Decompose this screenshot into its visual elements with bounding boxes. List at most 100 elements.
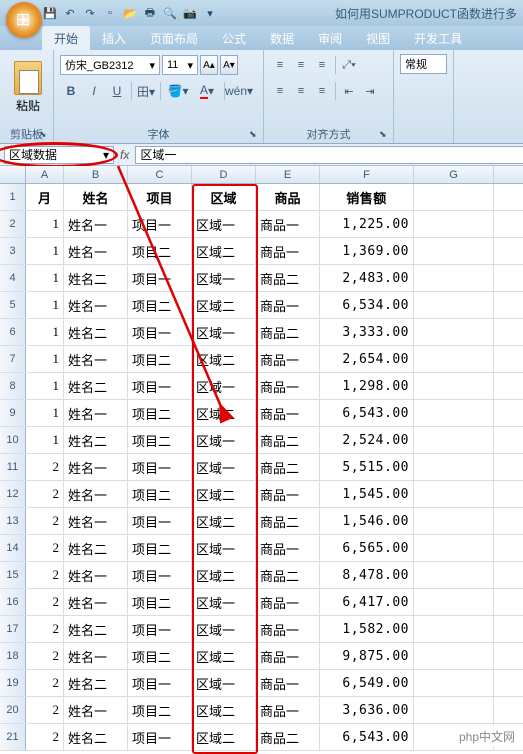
cell[interactable]: 姓名一	[64, 238, 128, 264]
align-left-button[interactable]: ≡	[270, 81, 290, 101]
cell[interactable]: 1	[26, 265, 64, 291]
cell[interactable]	[414, 319, 494, 345]
cell[interactable]: 姓名	[64, 184, 128, 210]
align-middle-button[interactable]: ≡	[291, 55, 311, 75]
cell[interactable]: 项目一	[128, 724, 192, 750]
cell[interactable]: 区域二	[192, 400, 256, 426]
cell[interactable]: 商品一	[256, 373, 320, 399]
cell[interactable]: 项目一	[128, 562, 192, 588]
cell[interactable]: 区域二	[192, 481, 256, 507]
row-header[interactable]: 11	[0, 454, 26, 480]
row-header[interactable]: 14	[0, 535, 26, 561]
cell[interactable]	[414, 589, 494, 615]
cell[interactable]: 区域一	[192, 265, 256, 291]
tab-review[interactable]: 审阅	[306, 26, 354, 50]
cell[interactable]	[414, 454, 494, 480]
cell[interactable]: 姓名一	[64, 292, 128, 318]
cell[interactable]: 商品	[256, 184, 320, 210]
row-header[interactable]: 7	[0, 346, 26, 372]
row-header[interactable]: 6	[0, 319, 26, 345]
cell[interactable]: 1	[26, 319, 64, 345]
cell[interactable]	[414, 400, 494, 426]
cell[interactable]: 商品一	[256, 643, 320, 669]
cell[interactable]: 姓名二	[64, 265, 128, 291]
cell[interactable]: 6,534.00	[320, 292, 414, 318]
cell[interactable]: 2	[26, 670, 64, 696]
cell[interactable]: 2	[26, 616, 64, 642]
cell[interactable]: 商品二	[256, 319, 320, 345]
cell[interactable]: 项目二	[128, 400, 192, 426]
cell[interactable]: 1	[26, 400, 64, 426]
cell[interactable]: 3,636.00	[320, 697, 414, 723]
cell[interactable]: 区域二	[192, 724, 256, 750]
cell[interactable]: 项目二	[128, 643, 192, 669]
cell[interactable]: 项目二	[128, 589, 192, 615]
cell[interactable]: 1,545.00	[320, 481, 414, 507]
cell[interactable]: 销售额	[320, 184, 414, 210]
cell[interactable]: 项目一	[128, 454, 192, 480]
paste-button[interactable]: 粘贴	[6, 54, 50, 120]
cell[interactable]: 6,543.00	[320, 400, 414, 426]
cell[interactable]: 项目一	[128, 265, 192, 291]
cell[interactable]: 2,524.00	[320, 427, 414, 453]
cell[interactable]: 姓名一	[64, 697, 128, 723]
cell[interactable]: 商品二	[256, 454, 320, 480]
cell[interactable]: 姓名二	[64, 670, 128, 696]
undo-icon[interactable]: ↶	[62, 5, 78, 21]
cell[interactable]: 商品二	[256, 724, 320, 750]
row-header[interactable]: 4	[0, 265, 26, 291]
increase-font-button[interactable]: A▴	[200, 55, 218, 75]
cell[interactable]: 1	[26, 373, 64, 399]
cell[interactable]: 商品二	[256, 508, 320, 534]
cell[interactable]: 6,549.00	[320, 670, 414, 696]
row-header[interactable]: 10	[0, 427, 26, 453]
cell[interactable]	[414, 535, 494, 561]
border-button[interactable]: 田▾	[135, 80, 157, 102]
cell[interactable]: 姓名一	[64, 589, 128, 615]
cell[interactable]: 9,875.00	[320, 643, 414, 669]
cell[interactable]	[414, 670, 494, 696]
row-header[interactable]: 12	[0, 481, 26, 507]
number-format-combo[interactable]: 常规	[400, 54, 447, 74]
col-header-F[interactable]: F	[320, 166, 414, 183]
increase-indent-button[interactable]: ⇥	[360, 81, 380, 101]
tab-view[interactable]: 视图	[354, 26, 402, 50]
cell[interactable]: 姓名二	[64, 427, 128, 453]
cell[interactable]: 姓名二	[64, 319, 128, 345]
cell[interactable]: 1,369.00	[320, 238, 414, 264]
row-header[interactable]: 9	[0, 400, 26, 426]
italic-button[interactable]: I	[83, 80, 105, 102]
cell[interactable]: 项目二	[128, 697, 192, 723]
cell[interactable]: 姓名二	[64, 535, 128, 561]
cell[interactable]: 姓名一	[64, 643, 128, 669]
cell[interactable]	[414, 508, 494, 534]
cell[interactable]	[414, 211, 494, 237]
cell[interactable]: 6,565.00	[320, 535, 414, 561]
cell[interactable]: 姓名二	[64, 373, 128, 399]
cell[interactable]: 2	[26, 562, 64, 588]
cell[interactable]: 姓名一	[64, 481, 128, 507]
row-header[interactable]: 18	[0, 643, 26, 669]
save-icon[interactable]: 💾	[42, 5, 58, 21]
cell[interactable]: 区域	[192, 184, 256, 210]
cell[interactable]: 项目一	[128, 211, 192, 237]
cell[interactable]: 项目二	[128, 481, 192, 507]
cell[interactable]: 姓名一	[64, 508, 128, 534]
cell[interactable]: 区域二	[192, 346, 256, 372]
cell[interactable]: 区域二	[192, 643, 256, 669]
cell[interactable]: 区域二	[192, 238, 256, 264]
cell[interactable]: 姓名一	[64, 400, 128, 426]
cell[interactable]: 2	[26, 454, 64, 480]
row-header[interactable]: 17	[0, 616, 26, 642]
cell[interactable]: 月	[26, 184, 64, 210]
cell[interactable]: 商品一	[256, 238, 320, 264]
col-header-C[interactable]: C	[128, 166, 192, 183]
cell[interactable]: 区域二	[192, 292, 256, 318]
font-name-combo[interactable]: 仿宋_GB2312 ▾	[60, 55, 160, 75]
cell[interactable]	[414, 265, 494, 291]
cell[interactable]: 区域二	[192, 508, 256, 534]
cell[interactable]: 姓名二	[64, 724, 128, 750]
col-header-B[interactable]: B	[64, 166, 128, 183]
cell[interactable]: 区域一	[192, 427, 256, 453]
tab-insert[interactable]: 插入	[90, 26, 138, 50]
